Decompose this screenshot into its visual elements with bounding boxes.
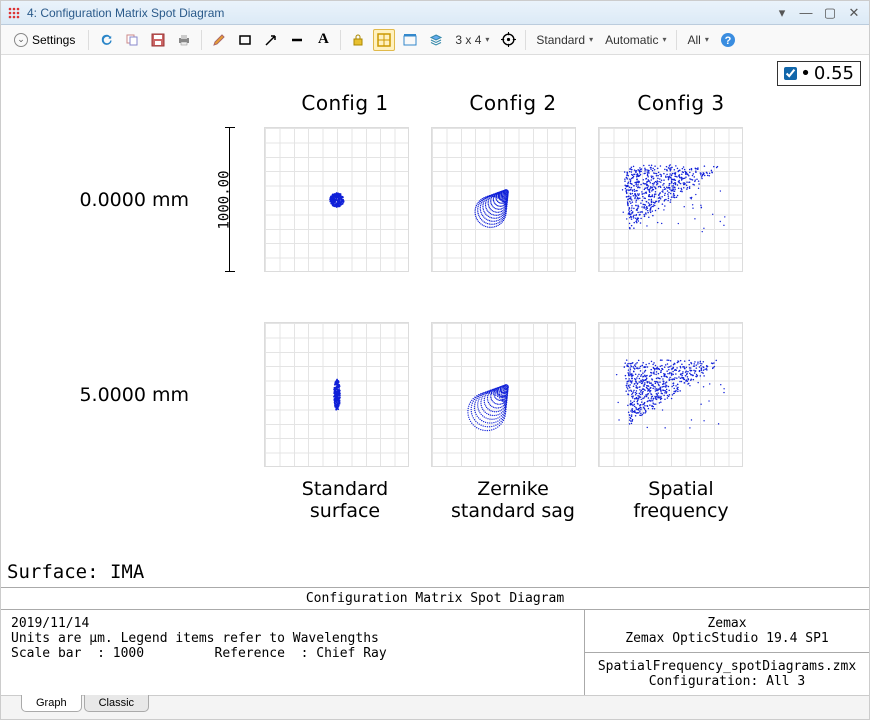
copy-icon[interactable] [121, 29, 143, 51]
chevron-down-icon: ▾ [705, 35, 709, 44]
spot-cell-r1c2[interactable] [431, 127, 576, 272]
settings-button[interactable]: ⌄ Settings [7, 31, 82, 49]
lock-zoom-icon[interactable] [347, 29, 369, 51]
window-grid-icon[interactable] [399, 29, 421, 51]
save-icon[interactable] [147, 29, 169, 51]
window-icon [7, 6, 21, 20]
dot-icon: • [800, 63, 811, 84]
col-footer-2: Zernikestandard sag [429, 479, 597, 523]
standard-selector[interactable]: Standard ▾ [532, 29, 597, 51]
col-header-2: Config 2 [429, 91, 597, 115]
window-controls: ▾ — ▢ ✕ [773, 6, 863, 19]
line-icon[interactable] [286, 29, 308, 51]
close-button[interactable]: ✕ [845, 6, 863, 19]
spot-cell-r2c3[interactable] [598, 322, 743, 467]
all-selector[interactable]: All ▾ [683, 29, 712, 51]
chevron-down-icon: ▾ [589, 35, 593, 44]
info-right-bottom: SpatialFrequency_spotDiagrams.zmxConfigu… [585, 653, 869, 695]
info-right-top: ZemaxZemax OpticStudio 19.4 SP1 [585, 610, 869, 653]
chevron-down-icon: ▾ [485, 35, 489, 44]
scale-bar-label: 1000.00 [217, 170, 233, 229]
info-left: 2019/11/14 Units are µm. Legend items re… [1, 610, 585, 695]
tab-classic[interactable]: Classic [84, 695, 149, 712]
window-title: 4: Configuration Matrix Spot Diagram [27, 6, 773, 20]
col-header-1: Config 1 [261, 91, 429, 115]
spot-grid: Config 1 Config 2 Config 3 0.0000 mm 100… [1, 91, 869, 523]
surface-label: Surface: IMA [7, 561, 144, 583]
spot-cell-r2c2[interactable] [431, 322, 576, 467]
col-footer-3: Spatialfrequency [597, 479, 765, 523]
layers-icon[interactable] [425, 29, 447, 51]
toolbar: ⌄ Settings A 3 x 4 ▾ [1, 25, 869, 55]
col-header-3: Config 3 [597, 91, 765, 115]
spot-cell-r1c1[interactable] [264, 127, 409, 272]
rectangle-icon[interactable] [234, 29, 256, 51]
automatic-selector[interactable]: Automatic ▾ [601, 29, 670, 51]
spot-cell-r1c3[interactable] [598, 127, 743, 272]
pencil-icon[interactable] [208, 29, 230, 51]
wavelength-checkbox[interactable] [784, 67, 797, 80]
dropdown-button[interactable]: ▾ [773, 6, 791, 19]
arrow-icon[interactable] [260, 29, 282, 51]
minimize-button[interactable]: — [797, 6, 815, 19]
target-icon[interactable] [497, 29, 519, 51]
spot-cell-r2c1[interactable] [264, 322, 409, 467]
layout-selector[interactable]: 3 x 4 ▾ [451, 29, 493, 51]
row-label-1: 0.0000 mm [1, 189, 201, 211]
refresh-icon[interactable] [95, 29, 117, 51]
titlebar: 4: Configuration Matrix Spot Diagram ▾ —… [1, 1, 869, 25]
svg-text:?: ? [724, 35, 731, 47]
info-panel: Configuration Matrix Spot Diagram 2019/1… [1, 587, 869, 695]
settings-label: Settings [32, 33, 75, 47]
chevron-down-icon: ▾ [662, 35, 666, 44]
col-footer-1: Standardsurface [261, 479, 429, 523]
help-icon[interactable]: ? [717, 29, 739, 51]
print-icon[interactable] [173, 29, 195, 51]
bottom-tabs: Graph Classic [1, 695, 869, 719]
text-icon[interactable]: A [312, 29, 334, 51]
chevron-down-icon: ⌄ [14, 33, 28, 47]
maximize-button[interactable]: ▢ [821, 6, 839, 19]
tab-graph[interactable]: Graph [21, 695, 82, 712]
info-title: Configuration Matrix Spot Diagram [1, 588, 869, 610]
plot-area: • 0.55 Config 1 Config 2 Config 3 0.0000… [1, 55, 869, 587]
wavelength-badge[interactable]: • 0.55 [777, 61, 861, 86]
wavelength-value: 0.55 [814, 63, 854, 84]
crosshair-icon[interactable] [373, 29, 395, 51]
row-label-2: 5.0000 mm [1, 384, 201, 406]
